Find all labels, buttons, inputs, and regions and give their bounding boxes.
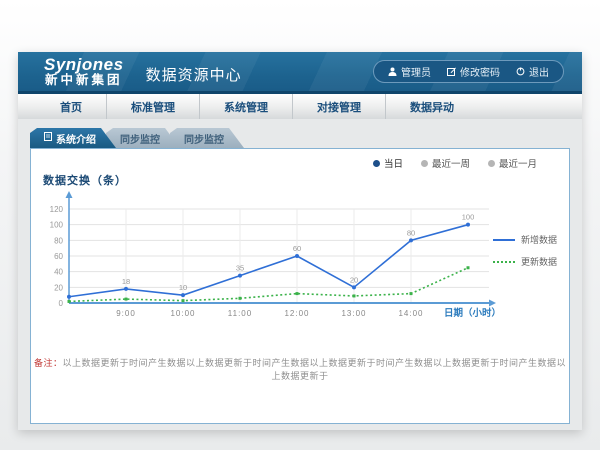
edit-icon <box>447 67 456 76</box>
range-option-last-month[interactable]: 最近一月 <box>488 156 537 170</box>
nav-item-standard-management[interactable]: 标准管理 <box>107 94 200 119</box>
svg-text:18: 18 <box>122 277 130 286</box>
legend-item-new-data: 新增数据 <box>493 233 557 246</box>
legend-item-update-data: 更新数据 <box>493 255 557 268</box>
svg-text:9:00: 9:00 <box>116 309 136 318</box>
tab-sync-monitor-1[interactable]: 同步监控 <box>106 128 180 148</box>
nav-item-home[interactable]: 首页 <box>36 94 107 119</box>
legend-line-solid-icon <box>493 239 515 241</box>
tab-bar: 系统介绍 同步监控 同步监控 <box>30 128 570 148</box>
svg-text:12:00: 12:00 <box>284 309 309 318</box>
content-area: 系统介绍 同步监控 同步监控 当日 最近一周 <box>18 119 582 424</box>
radio-dot-icon <box>421 160 428 167</box>
tab-label: 系统介绍 <box>56 131 96 146</box>
range-option-today[interactable]: 当日 <box>373 156 403 170</box>
svg-text:40: 40 <box>54 268 63 277</box>
tab-label: 同步监控 <box>184 131 224 146</box>
document-icon <box>44 132 52 144</box>
svg-text:120: 120 <box>50 205 64 214</box>
svg-text:60: 60 <box>54 252 63 261</box>
desktop-background: Synjones 新中新集团 数据资源中心 管理员 修改密码 退出 <box>0 0 600 450</box>
svg-text:60: 60 <box>293 244 301 253</box>
range-option-label: 最近一月 <box>499 156 537 170</box>
note-prefix: 备注： <box>34 358 63 368</box>
range-option-label: 最近一周 <box>432 156 470 170</box>
svg-text:0: 0 <box>59 299 64 308</box>
tab-system-intro[interactable]: 系统介绍 <box>30 128 116 148</box>
radio-dot-icon <box>488 160 495 167</box>
svg-text:10:00: 10:00 <box>170 309 195 318</box>
tab-label: 同步监控 <box>120 131 160 146</box>
svg-text:20: 20 <box>54 283 63 292</box>
user-label: 管理员 <box>401 64 431 79</box>
chart-panel: 当日 最近一周 最近一月 数据交换（条） 0 20 40 60 80 100 120 9:00… <box>30 148 570 424</box>
main-nav: 首页 标准管理 系统管理 对接管理 数据异动 <box>18 94 582 119</box>
user-bar: 管理员 修改密码 退出 <box>373 60 564 83</box>
page-title: 数据资源中心 <box>146 64 242 85</box>
logo: Synjones 新中新集团 <box>44 56 124 87</box>
svg-text:100: 100 <box>50 221 64 230</box>
radio-dot-icon <box>373 160 380 167</box>
note-text: 以上数据更新于时间产生数据以上数据更新于时间产生数据以上数据更新于时间产生数据以… <box>63 358 567 381</box>
svg-text:11:00: 11:00 <box>228 309 252 318</box>
range-option-label: 当日 <box>384 156 403 170</box>
svg-text:13:00: 13:00 <box>341 309 366 318</box>
line-chart: 0 20 40 60 80 100 120 9:00 10:00 11:00 12:00 13:00 1… <box>31 189 571 329</box>
app-window: Synjones 新中新集团 数据资源中心 管理员 修改密码 退出 <box>18 52 582 430</box>
footer-note: 备注：以上数据更新于时间产生数据以上数据更新于时间产生数据以上数据更新于时间产生… <box>31 356 569 382</box>
svg-text:14:00: 14:00 <box>398 309 423 318</box>
svg-text:20: 20 <box>350 275 358 284</box>
y-axis-title: 数据交换（条） <box>43 172 127 188</box>
nav-item-system-management[interactable]: 系统管理 <box>200 94 293 119</box>
logo-text-en: Synjones <box>44 56 124 74</box>
svg-text:100: 100 <box>462 213 475 222</box>
user-menu[interactable]: 管理员 <box>388 64 431 79</box>
svg-text:80: 80 <box>407 228 415 237</box>
svg-text:80: 80 <box>54 236 63 245</box>
nav-item-data-change[interactable]: 数据异动 <box>386 94 478 119</box>
power-icon <box>516 67 525 76</box>
range-option-last-week[interactable]: 最近一周 <box>421 156 470 170</box>
chart-legend: 新增数据 更新数据 <box>493 233 557 268</box>
nav-item-integration-management[interactable]: 对接管理 <box>293 94 386 119</box>
logo-text-cn: 新中新集团 <box>44 74 124 87</box>
user-icon <box>388 67 397 76</box>
legend-label: 新增数据 <box>521 233 557 246</box>
logout-button[interactable]: 退出 <box>516 64 549 79</box>
svg-text:日期（小时）: 日期（小时） <box>444 307 501 319</box>
svg-text:35: 35 <box>236 264 244 273</box>
change-password-button[interactable]: 修改密码 <box>447 64 500 79</box>
legend-label: 更新数据 <box>521 255 557 268</box>
change-password-label: 修改密码 <box>460 64 500 79</box>
range-filter-group: 当日 最近一周 最近一月 <box>373 156 537 170</box>
legend-line-dotted-icon <box>493 261 515 263</box>
logout-label: 退出 <box>529 64 549 79</box>
svg-text:10: 10 <box>179 283 187 292</box>
app-header: Synjones 新中新集团 数据资源中心 管理员 修改密码 退出 <box>18 52 582 94</box>
tab-sync-monitor-2[interactable]: 同步监控 <box>170 128 244 148</box>
